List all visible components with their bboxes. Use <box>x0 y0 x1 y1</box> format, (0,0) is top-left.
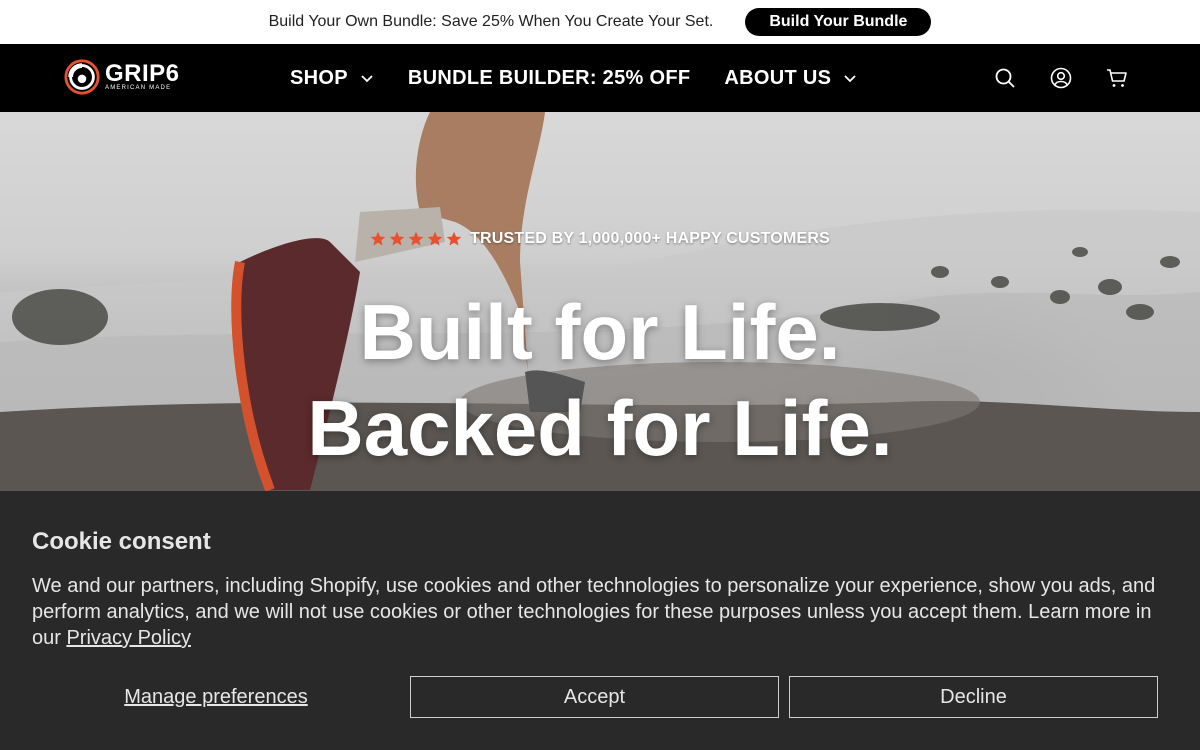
decline-button[interactable]: Decline <box>789 676 1158 718</box>
rating-stars <box>370 231 462 247</box>
cart-icon[interactable] <box>1106 67 1128 89</box>
accept-button[interactable]: Accept <box>410 676 779 718</box>
site-header: GRIP6 AMERICAN MADE SHOP BUNDLE BUILDER:… <box>0 44 1200 112</box>
announcement-text: Build Your Own Bundle: Save 25% When You… <box>268 13 714 30</box>
cookie-title: Cookie consent <box>32 528 211 555</box>
logo-mark-icon <box>64 59 100 95</box>
search-icon[interactable] <box>994 67 1016 89</box>
chevron-down-icon <box>361 75 373 83</box>
header-icons <box>994 44 1128 112</box>
cookie-actions: Manage preferences Accept Decline <box>32 676 1158 718</box>
nav-item-shop[interactable]: SHOP <box>290 67 374 90</box>
headline-line-1: Built for Life. <box>359 288 841 376</box>
star-icon <box>370 231 386 246</box>
nav-item-label: SHOP <box>290 66 348 89</box>
build-bundle-button[interactable]: Build Your Bundle <box>745 8 932 36</box>
chevron-down-icon <box>844 75 856 83</box>
cookie-consent-banner: Cookie consent We and our partners, incl… <box>0 491 1200 750</box>
manage-preferences-link[interactable]: Manage preferences <box>32 676 400 718</box>
logo-name: GRIP6 <box>105 60 180 87</box>
privacy-policy-link[interactable]: Privacy Policy <box>66 627 190 649</box>
nav-item-label: ABOUT US <box>724 66 832 89</box>
star-icon <box>389 231 405 246</box>
trust-row: TRUSTED BY 1,000,000+ HAPPY CUSTOMERS <box>0 230 1200 248</box>
main-nav: SHOP BUNDLE BUILDER: 25% OFF ABOUT US <box>290 44 857 112</box>
trust-text: TRUSTED BY 1,000,000+ HAPPY CUSTOMERS <box>470 230 830 247</box>
star-icon <box>446 231 462 246</box>
logo-tagline: AMERICAN MADE <box>105 85 172 91</box>
announcement-bar: Build Your Own Bundle: Save 25% When You… <box>0 0 1200 44</box>
nav-item-about-us[interactable]: ABOUT US <box>724 67 857 90</box>
nav-item-bundle-builder[interactable]: BUNDLE BUILDER: 25% OFF <box>408 67 690 90</box>
star-icon <box>427 231 443 246</box>
headline-line-2: Backed for Life. <box>307 384 893 472</box>
cookie-body-text: We and our partners, including Shopify, … <box>32 575 1156 649</box>
hero-headline: Built for Life. Backed for Life. <box>0 284 1200 476</box>
logo[interactable]: GRIP6 AMERICAN MADE <box>63 58 180 96</box>
account-icon[interactable] <box>1050 67 1072 89</box>
star-icon <box>408 231 424 246</box>
cookie-body: We and our partners, including Shopify, … <box>32 573 1162 651</box>
nav-item-label: BUNDLE BUILDER: 25% OFF <box>407 66 691 89</box>
